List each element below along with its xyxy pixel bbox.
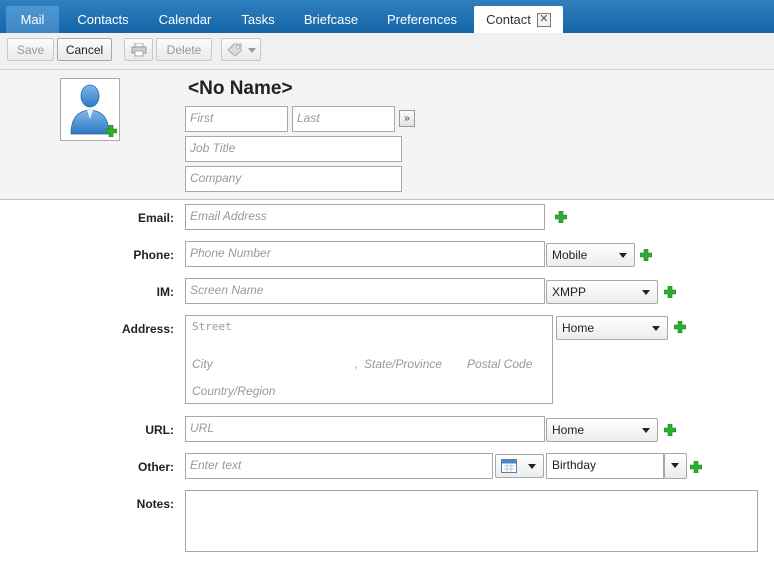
address-label: Address: [121, 322, 174, 336]
chevron-down-icon [652, 326, 660, 331]
tag-icon [227, 43, 242, 57]
cancel-button[interactable]: Cancel [57, 38, 112, 61]
add-url-icon[interactable] [664, 424, 676, 436]
add-im-icon[interactable] [664, 286, 676, 298]
phone-label: Phone: [133, 248, 174, 262]
phone-type-select[interactable]: Mobile [546, 243, 635, 267]
url-input[interactable]: URL [185, 416, 545, 442]
im-label: IM: [156, 285, 174, 299]
im-input[interactable]: Screen Name [185, 278, 545, 304]
close-icon[interactable]: ✕ [536, 12, 551, 27]
tab-calendar[interactable]: Calendar [148, 6, 222, 33]
state-input[interactable]: State/Province [364, 357, 442, 371]
chevron-down-icon [642, 290, 650, 295]
city-separator: , [354, 357, 358, 371]
tab-calendar-label: Calendar [158, 12, 212, 27]
chevron-down-icon [671, 463, 679, 468]
contact-photo[interactable] [60, 78, 120, 141]
tab-contacts[interactable]: Contacts [66, 6, 140, 33]
printer-icon [131, 43, 147, 57]
tab-tasks-label: Tasks [241, 12, 275, 27]
address-block: Street City , State/Province Postal Code… [185, 315, 553, 404]
save-button[interactable]: Save [7, 38, 54, 61]
tab-preferences[interactable]: Preferences [378, 6, 466, 33]
notes-textarea[interactable] [185, 490, 758, 552]
job-title-input[interactable]: Job Title [185, 136, 402, 162]
other-type-combo[interactable]: Birthday [546, 453, 664, 479]
tab-tasks[interactable]: Tasks [232, 6, 284, 33]
url-label: URL: [145, 423, 174, 437]
postal-code-input[interactable]: Postal Code [467, 357, 532, 371]
calendar-icon [501, 459, 517, 473]
add-email-icon[interactable] [555, 211, 567, 223]
tab-preferences-label: Preferences [386, 12, 458, 27]
url-type-select[interactable]: Home [546, 418, 658, 442]
chevron-down-icon [528, 464, 536, 469]
delete-button[interactable]: Delete [156, 38, 212, 61]
email-label: Email: [137, 211, 174, 225]
tag-button[interactable] [221, 38, 261, 61]
tab-mail[interactable]: Mail [6, 6, 59, 33]
chevron-down-icon [619, 253, 627, 258]
phone-input[interactable]: Phone Number [185, 241, 545, 267]
im-type-value: XMPP [552, 285, 587, 299]
tab-mail-label: Mail [20, 12, 45, 27]
print-button[interactable] [124, 38, 153, 61]
city-input[interactable]: City [192, 357, 213, 371]
add-address-icon[interactable] [674, 321, 686, 333]
contact-name: <No Name> [188, 78, 293, 99]
other-type-dropdown-button[interactable] [664, 453, 687, 479]
country-input[interactable]: Country/Region [192, 384, 275, 398]
contact-header: <No Name> First Last » Job Title Company [0, 70, 774, 200]
other-type-value: Birthday [552, 458, 597, 472]
tab-contacts-label: Contacts [77, 12, 129, 27]
address-type-select[interactable]: Home [556, 316, 668, 340]
other-input[interactable]: Enter text [185, 453, 493, 479]
phone-type-value: Mobile [552, 248, 588, 262]
add-photo-icon[interactable] [105, 125, 117, 137]
add-phone-icon[interactable] [640, 249, 652, 261]
toolbar: Save Cancel Delete [0, 33, 774, 70]
date-picker-button[interactable] [495, 454, 544, 478]
email-input[interactable]: Email Address [185, 204, 545, 230]
company-input[interactable]: Company [185, 166, 402, 192]
im-type-select[interactable]: XMPP [546, 280, 658, 304]
chevron-down-icon [248, 48, 256, 53]
more-name-fields-button[interactable]: » [399, 110, 415, 127]
tab-briefcase[interactable]: Briefcase [294, 6, 368, 33]
chevron-down-icon [642, 428, 650, 433]
add-other-icon[interactable] [690, 461, 702, 473]
street-input[interactable]: Street [192, 320, 232, 333]
first-name-input[interactable]: First [185, 106, 288, 132]
tab-contact[interactable]: Contact ✕ [474, 6, 563, 33]
address-type-value: Home [562, 321, 595, 335]
last-name-input[interactable]: Last [292, 106, 395, 132]
url-type-value: Home [552, 423, 585, 437]
other-label: Other: [138, 460, 174, 474]
app-tab-bar: Mail Contacts Calendar Tasks Briefcase P… [0, 0, 774, 33]
notes-label: Notes: [136, 497, 174, 511]
tab-briefcase-label: Briefcase [303, 12, 359, 27]
tab-contact-label: Contact [486, 12, 531, 27]
